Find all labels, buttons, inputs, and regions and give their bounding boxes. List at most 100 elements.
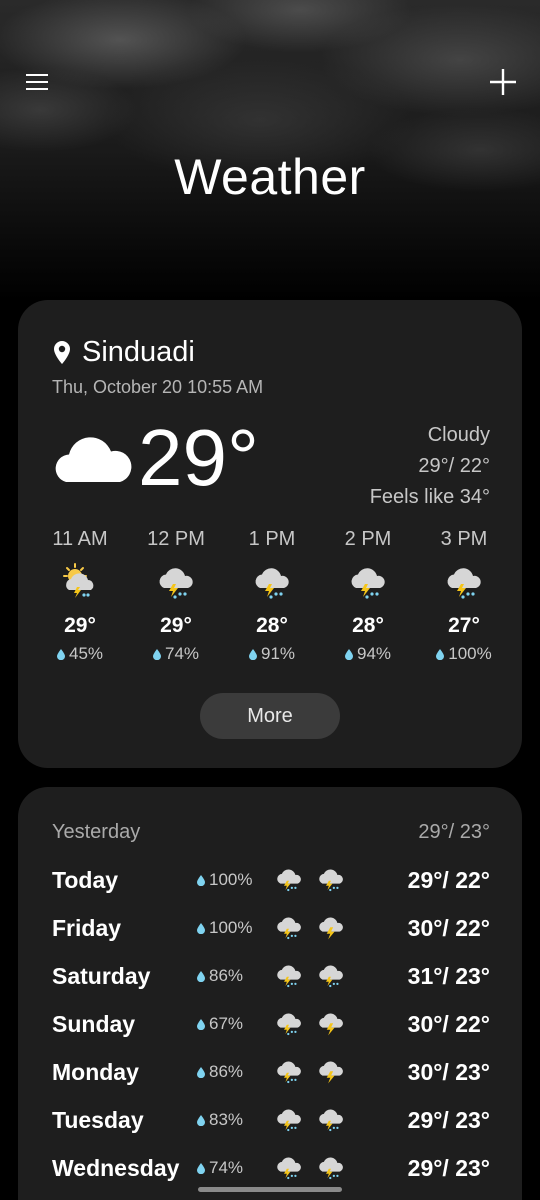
day-temps: 29°/ 22° — [407, 866, 490, 893]
day-precip-value: 86% — [209, 966, 244, 985]
day-name: Today — [52, 866, 119, 893]
current-datetime: Thu, October 20 10:55 AM — [52, 377, 264, 397]
yesterday-row: Yesterday 29°/ 23° — [52, 821, 490, 844]
raindrop-icon — [436, 649, 444, 660]
hourly-item: 2 PM 28° 94% — [320, 528, 416, 664]
hour-precip-value: 91% — [260, 644, 296, 663]
day-temps: 29°/ 23° — [407, 1106, 490, 1133]
thunderstorm-icon — [443, 562, 485, 604]
current-weather-card[interactable]: Sinduadi Thu, October 20 10:55 AM 29° Cl… — [18, 300, 522, 768]
feels-like: Feels like 34° — [369, 486, 490, 508]
hourly-item: 12 PM 29° 74% — [128, 528, 224, 664]
raindrop-icon — [197, 971, 205, 982]
day-name: Wednesday — [52, 1154, 180, 1181]
location-row: Sinduadi — [52, 336, 195, 369]
daily-row[interactable]: Wednesday 74% 29°/ 23° — [52, 1148, 490, 1188]
day-temps: 29°/ 23° — [407, 1154, 490, 1181]
day-precip-value: 86% — [209, 1062, 244, 1081]
condition-block: Cloudy 29°/ 22° Feels like 34° — [370, 420, 490, 513]
daily-row[interactable]: Monday 86% 30°/ 23° — [52, 1052, 490, 1092]
day-precip: 100% — [197, 918, 274, 938]
hour-time: 3 PM — [440, 528, 488, 550]
day-precip-value: 100% — [209, 918, 253, 937]
hour-precip-value: 74% — [164, 644, 200, 663]
day-precip-value: 74% — [209, 1158, 244, 1177]
day-icons — [274, 1057, 364, 1087]
high-low-temps: 29°/ 22° — [418, 455, 490, 477]
more-button[interactable]: More — [200, 693, 340, 739]
location-pin-icon — [54, 340, 70, 364]
plus-icon[interactable] — [483, 62, 523, 102]
daily-row[interactable]: Saturday 86% 31°/ 23° — [52, 956, 490, 996]
hour-temp: 28° — [256, 614, 288, 637]
day-temps: 30°/ 23° — [407, 1058, 490, 1085]
hour-precip-value: 94% — [356, 644, 392, 663]
daily-row[interactable]: Today 100% 29°/ 22° — [52, 860, 490, 900]
day-icons — [274, 1153, 364, 1183]
hour-precip: 94% — [345, 644, 391, 664]
day-temps: 31°/ 23° — [407, 962, 490, 989]
hour-temp: 27° — [448, 614, 480, 637]
day-precip: 74% — [197, 1158, 274, 1178]
raindrop-icon — [249, 649, 257, 660]
day-precip: 86% — [197, 1062, 274, 1082]
thunderstorm-icon — [316, 865, 346, 895]
day-precip: 100% — [197, 870, 274, 890]
thunderstorm-icon — [316, 961, 346, 991]
thunderstorm-icon — [316, 1009, 346, 1039]
day-precip: 67% — [197, 1014, 274, 1034]
thunderstorm-icon — [274, 1153, 304, 1183]
sun-thunderstorm-icon — [59, 562, 101, 604]
day-precip-value: 67% — [209, 1014, 244, 1033]
hamburger-menu-icon[interactable] — [17, 62, 57, 102]
hour-temp: 28° — [352, 614, 384, 637]
hourly-forecast[interactable]: 11 AM 29° 45% 12 PM 29° 74% 1 PM 28° 91%… — [32, 528, 512, 664]
hour-time: 12 PM — [147, 528, 205, 550]
day-name: Monday — [52, 1058, 139, 1085]
day-icons — [274, 961, 364, 991]
hourly-item: 1 PM 28° 91% — [224, 528, 320, 664]
location-name: Sinduadi — [82, 336, 195, 368]
hour-precip-value: 45% — [68, 644, 104, 663]
day-precip: 86% — [197, 966, 274, 986]
day-precip-value: 100% — [209, 870, 253, 889]
hour-precip: 91% — [249, 644, 295, 664]
thunderstorm-icon — [274, 1105, 304, 1135]
thunderstorm-icon — [155, 562, 197, 604]
hour-precip: 100% — [436, 644, 492, 664]
thunderstorm-icon — [274, 865, 304, 895]
day-name: Friday — [52, 914, 122, 941]
thunderstorm-icon — [316, 913, 346, 943]
hour-temp: 29° — [160, 614, 192, 637]
hour-time: 1 PM — [248, 528, 296, 550]
raindrop-icon — [197, 1067, 205, 1078]
raindrop-icon — [57, 649, 65, 660]
current-temperature: 29° — [138, 413, 259, 502]
condition-text: Cloudy — [427, 424, 490, 446]
hour-precip: 74% — [153, 644, 199, 664]
hourly-item: 11 AM 29° 45% — [32, 528, 128, 664]
thunderstorm-icon — [274, 1057, 304, 1087]
day-temps: 30°/ 22° — [407, 914, 490, 941]
day-precip: 83% — [197, 1110, 274, 1130]
daily-row[interactable]: Sunday 67% 30°/ 22° — [52, 1004, 490, 1044]
thunderstorm-icon — [347, 562, 389, 604]
daily-row[interactable]: Tuesday 83% 29°/ 23° — [52, 1100, 490, 1140]
gesture-home-bar[interactable] — [198, 1187, 342, 1192]
raindrop-icon — [345, 649, 353, 660]
thunderstorm-icon — [251, 562, 293, 604]
raindrop-icon — [197, 1019, 205, 1030]
day-temps: 30°/ 22° — [407, 1010, 490, 1037]
day-icons — [274, 1009, 364, 1039]
daily-row[interactable]: Friday 100% 30°/ 22° — [52, 908, 490, 948]
hourly-item: 3 PM 27° 100% — [416, 528, 512, 664]
raindrop-icon — [197, 875, 205, 886]
raindrop-icon — [197, 1115, 205, 1126]
yesterday-temps: 29°/ 23° — [418, 821, 490, 843]
thunderstorm-icon — [316, 1153, 346, 1183]
day-name: Tuesday — [52, 1106, 144, 1133]
daily-forecast-card[interactable]: Yesterday 29°/ 23° Today 100% 29°/ 22° F… — [18, 787, 522, 1200]
hour-precip-value: 100% — [448, 644, 492, 663]
day-icons — [274, 1105, 364, 1135]
thunderstorm-icon — [316, 1105, 346, 1135]
